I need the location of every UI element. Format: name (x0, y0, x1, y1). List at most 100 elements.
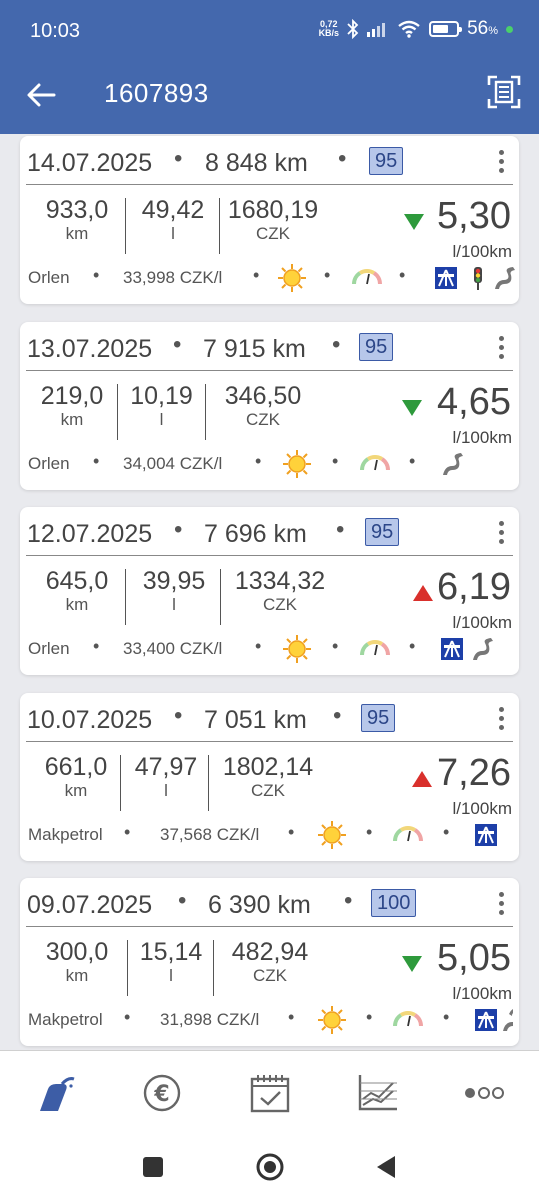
more-icon[interactable] (462, 1073, 506, 1113)
separator-dot: • (255, 451, 262, 471)
separator-dot: • (443, 1007, 450, 1027)
fuel-type-badge: 95 (359, 333, 394, 361)
scan-receipt-icon[interactable] (487, 75, 521, 109)
separator-dot: • (332, 451, 339, 471)
bluetooth-icon (347, 19, 359, 39)
separator-dot: • (288, 1007, 295, 1027)
separator-dot: • (288, 822, 295, 842)
fuel-entry-card[interactable]: 13.07.2025 • 7 915 km • 95 219,0 km 10,19… (20, 322, 519, 490)
separator-dot: • (443, 822, 450, 842)
consumption-unit: l/100km (452, 613, 512, 632)
fuel-entry-card[interactable]: 14.07.2025 • 8 848 km • 95 933,0 km 49,42… (20, 136, 519, 304)
volume-unit: l (169, 966, 173, 985)
volume-stat: 47,97 l (126, 753, 206, 801)
page-title: 1607893 (104, 78, 209, 108)
unit-price: 33,998 CZK/l (123, 268, 223, 287)
volume-stat: 10,19 l (124, 382, 199, 430)
distance-value: 219,0 (40, 382, 104, 410)
cost-stat: 1802,14 CZK (216, 753, 320, 801)
separator-dot: • (124, 1007, 131, 1027)
cost-stat: 482,94 CZK (220, 938, 320, 986)
volume-unit: l (159, 410, 164, 429)
consumption-unit: l/100km (452, 428, 512, 447)
highway-icon (475, 1009, 497, 1031)
highway-icon (441, 638, 463, 660)
entry-footer: Makpetrol • 37,568 CZK/l • • • (27, 820, 512, 850)
more-vert-icon[interactable] (497, 150, 505, 176)
back-triangle-icon[interactable] (375, 1154, 397, 1180)
separator-dot: • (366, 822, 373, 842)
sun-icon (278, 264, 306, 292)
distance-value: 661,0 (44, 753, 108, 781)
separator-dot: • (253, 265, 260, 285)
more-vert-icon[interactable] (497, 521, 505, 547)
app-bar: 1607893 (0, 62, 539, 134)
battery-icon (429, 21, 463, 37)
traffic-light-icon (474, 267, 482, 290)
distance-stat: 300,0 km (36, 938, 118, 986)
distance-unit: km (60, 410, 84, 429)
more-vert-icon[interactable] (497, 336, 505, 362)
currency: CZK (246, 410, 280, 429)
entry-header: 10.07.2025 • 7 051 km • 95 (26, 701, 513, 742)
divider (220, 569, 221, 625)
station-name: Orlen (28, 454, 70, 473)
distance-value: 300,0 (45, 938, 109, 966)
fuel-entry-card[interactable]: 12.07.2025 • 7 696 km • 95 645,0 km 39,95… (20, 507, 519, 675)
system-navigation-bar (0, 1134, 539, 1200)
fuel-entry-card[interactable]: 10.07.2025 • 7 051 km • 95 661,0 km 47,97… (20, 693, 519, 861)
consumption-unit: l/100km (452, 799, 512, 818)
cost-stat: 1334,32 CZK (226, 567, 334, 615)
station-name: Makpetrol (28, 825, 103, 844)
unit-price: 37,568 CZK/l (160, 825, 260, 844)
separator-dot: • (399, 265, 406, 285)
back-arrow-icon[interactable] (24, 78, 58, 112)
fuel-entry-card[interactable]: 09.07.2025 • 6 390 km • 100 300,0 km 15,1… (20, 878, 519, 1046)
entry-footer: Orlen • 33,998 CZK/l • • • (27, 263, 515, 293)
separator-dot: • (338, 145, 347, 172)
gauge-icon (352, 269, 382, 285)
winding-road-icon (503, 1009, 513, 1031)
cost-value: 1334,32 (234, 567, 326, 595)
more-vert-icon[interactable] (497, 707, 505, 733)
volume-stat: 49,42 l (132, 196, 214, 244)
separator-dot: • (174, 145, 183, 172)
separator-dot: • (174, 516, 183, 543)
separator-dot: • (332, 636, 339, 656)
chart-icon[interactable] (355, 1073, 399, 1113)
sun-icon (283, 450, 311, 478)
more-vert-icon[interactable] (497, 892, 505, 918)
calendar-icon[interactable] (248, 1073, 292, 1113)
volume-stat: 39,95 l (132, 567, 216, 615)
euro-icon[interactable]: € (140, 1073, 184, 1113)
volume-value: 47,97 (134, 753, 198, 781)
gauge-icon (393, 1011, 423, 1027)
home-circle-icon[interactable] (255, 1152, 285, 1182)
fuel-type-badge: 100 (371, 889, 417, 917)
recents-square-icon[interactable] (142, 1156, 164, 1178)
unit-price: 33,400 CZK/l (123, 639, 223, 658)
fuel-entry-list[interactable]: 14.07.2025 • 8 848 km • 95 933,0 km 49,42… (0, 134, 539, 1050)
currency: CZK (263, 595, 297, 614)
separator-dot: • (174, 702, 183, 729)
cost-value: 346,50 (224, 382, 302, 410)
fuel-type-badge: 95 (361, 704, 396, 732)
entry-footer: Orlen • 34,004 CZK/l • • • (27, 449, 512, 479)
sun-icon (318, 1006, 346, 1034)
divider (208, 755, 209, 811)
divider (120, 755, 121, 811)
network-speed-unit: KB/s (318, 28, 340, 38)
gauge-icon (360, 455, 390, 471)
fuel-pump-icon[interactable] (32, 1073, 76, 1113)
entry-footer: Orlen • 33,400 CZK/l • • • (27, 634, 512, 664)
distance-value: 645,0 (45, 567, 109, 595)
entry-date: 14.07.2025 (27, 149, 153, 177)
distance-value: 933,0 (45, 196, 109, 224)
fuel-type-badge: 95 (365, 518, 400, 546)
sun-icon (318, 821, 346, 849)
signal-icon (367, 23, 386, 37)
svg-text:€: € (153, 1082, 169, 1107)
entry-odometer: 7 696 km (204, 520, 307, 548)
divider (117, 384, 118, 440)
gauge-icon (393, 826, 423, 842)
